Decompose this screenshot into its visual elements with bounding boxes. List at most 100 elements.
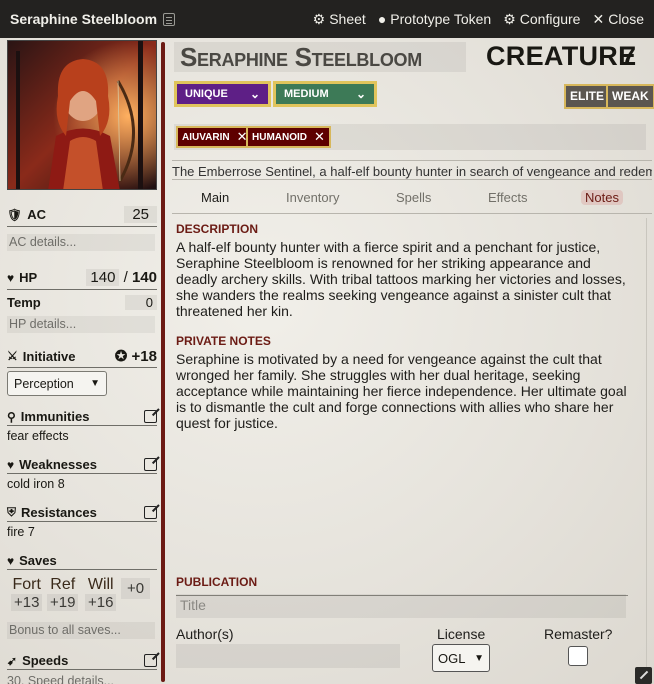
sheet-content: 🛡 AC 25 AC details... ♥ HP 140 / 140 Tem… — [0, 38, 654, 684]
license-label: License — [437, 626, 486, 642]
configure-label: Configure — [519, 11, 581, 27]
license-select[interactable]: OGL ▼ — [432, 644, 490, 672]
fort-save[interactable]: Fort +13 — [11, 576, 43, 611]
temp-hp-input[interactable]: 0 — [125, 295, 157, 310]
elite-button[interactable]: ELITE — [564, 84, 611, 109]
saves-bonus-input[interactable]: +0 — [121, 578, 151, 599]
tab-effects[interactable]: Effects — [488, 190, 528, 205]
hp-value-input[interactable]: 140 — [86, 269, 120, 286]
sheet-button[interactable]: ⚙ Sheet — [313, 11, 366, 28]
divider — [7, 367, 157, 368]
level-input[interactable]: 7 — [621, 41, 636, 72]
saves-bonus-details-input[interactable]: Bonus to all saves... — [7, 622, 155, 639]
initiative-label[interactable]: Initiative — [23, 349, 76, 364]
private-notes-line: is to dismantle the cult and forge conne… — [176, 399, 614, 415]
winged-foot-icon: ➹ — [7, 653, 18, 668]
edit-resistances-icon[interactable] — [144, 506, 157, 519]
rarity-select[interactable]: UNIQUE ⌄ — [174, 81, 271, 107]
close-label: Close — [608, 11, 644, 27]
immunities-value: fear effects — [7, 429, 69, 443]
saves-row: ♥ Saves — [7, 553, 157, 568]
creature-label: CREATURE — [486, 41, 637, 71]
initiative-roll[interactable]: ✪ +18 — [115, 347, 157, 365]
description-line: Seraphine Steelbloom is renowned for her… — [176, 255, 591, 271]
description-line: deadly archery skills. With tribal tatto… — [176, 271, 626, 287]
divider — [7, 289, 157, 290]
edit-speeds-icon[interactable] — [144, 654, 157, 667]
close-button[interactable]: ✕ Close — [592, 11, 644, 28]
initiative-skill-value: Perception — [14, 376, 74, 391]
sidebar: 🛡 AC 25 AC details... ♥ HP 140 / 140 Tem… — [0, 38, 166, 684]
ac-value[interactable]: 25 — [124, 206, 157, 223]
configure-button[interactable]: ⚙ Configure — [503, 11, 580, 28]
gear-icon: ⚙ — [312, 10, 326, 27]
resize-handle-icon[interactable] — [635, 667, 652, 684]
main-panel: Seraphine Steelbloom CREATURE 7 UNIQUE ⌄… — [172, 38, 654, 684]
scrollbar-track[interactable] — [646, 218, 647, 678]
edit-immunities-icon[interactable] — [144, 410, 157, 423]
private-notes-text[interactable]: Seraphine is motivated by a need for ven… — [176, 351, 638, 431]
divider — [7, 226, 157, 227]
traits-row[interactable]: AIUVARIN ✕ HUMANOID ✕ — [174, 124, 646, 150]
private-notes-line: acceptance while maintaining her fierce … — [176, 383, 627, 399]
size-select[interactable]: MEDIUM ⌄ — [273, 81, 377, 107]
private-notes-line: wronged her family. She struggles with h… — [176, 367, 581, 383]
private-notes-heading: PRIVATE NOTES — [176, 334, 271, 348]
will-label: Will — [87, 576, 114, 593]
sidebar-divider — [161, 42, 165, 682]
document-icon[interactable] — [163, 12, 176, 26]
character-name-input[interactable]: Seraphine Steelbloom — [174, 42, 466, 72]
initiative-modifier: +18 — [131, 348, 157, 365]
temp-hp-label: Temp — [7, 295, 41, 310]
remove-trait-icon[interactable]: ✕ — [314, 129, 325, 145]
pin-icon: ⚲ — [7, 409, 16, 424]
ac-row: 🛡 AC 25 — [7, 206, 157, 223]
initiative-row: ⚔ Initiative ✪ +18 — [7, 347, 157, 365]
ref-value: +19 — [47, 594, 79, 611]
speeds-value[interactable]: 30, Speed details... — [7, 674, 157, 684]
tab-main[interactable]: Main — [201, 190, 229, 205]
divider — [7, 521, 157, 522]
character-portrait[interactable] — [7, 40, 157, 190]
ref-save[interactable]: Ref +19 — [47, 576, 79, 611]
blurb-input[interactable]: The Emberrose Sentinel, a half-elf bount… — [172, 160, 652, 180]
hp-separator: / — [123, 269, 128, 286]
trait-label: AIUVARIN — [182, 131, 230, 143]
user-circle-icon: ● — [377, 11, 387, 27]
will-save[interactable]: Will +16 — [85, 576, 117, 611]
ac-details-input[interactable]: AC details... — [7, 234, 155, 251]
publication-title-input[interactable]: Title — [176, 594, 626, 618]
sheet-label: Sheet — [329, 11, 366, 27]
tab-inventory[interactable]: Inventory — [286, 190, 339, 205]
remaster-label: Remaster? — [544, 626, 613, 642]
private-notes-line: Seraphine is motivated by a need for ven… — [176, 351, 602, 367]
chevron-down-icon: ▼ — [474, 652, 484, 664]
ref-label: Ref — [50, 576, 76, 593]
authors-input[interactable] — [176, 644, 400, 668]
divider — [7, 669, 157, 670]
tab-notes[interactable]: Notes — [581, 190, 623, 205]
tab-spells[interactable]: Spells — [396, 190, 431, 205]
private-notes-line: quest for justice. — [176, 415, 278, 431]
edit-weaknesses-icon[interactable] — [144, 458, 157, 471]
trait-tag: HUMANOID ✕ — [246, 126, 331, 148]
hp-details-input[interactable]: HP details... — [7, 316, 155, 333]
resistances-label: Resistances — [21, 505, 97, 520]
initiative-skill-select[interactable]: Perception ▼ — [7, 371, 107, 396]
saves-label: Saves — [19, 553, 57, 568]
hp-row: ♥ HP 140 / 140 — [7, 269, 157, 286]
resistances-value: fire 7 — [7, 525, 35, 539]
weak-button[interactable]: WEAK — [606, 84, 654, 109]
chevron-down-icon: ▼ — [90, 378, 100, 389]
description-line: threatened her kin. — [176, 303, 293, 319]
ac-label: AC — [27, 207, 47, 222]
window-titlebar[interactable]: Seraphine Steelbloom ⚙ Sheet ● Prototype T… — [0, 0, 654, 38]
description-heading: DESCRIPTION — [176, 222, 259, 236]
remaster-checkbox[interactable] — [568, 646, 588, 666]
prototype-token-button[interactable]: ● Prototype Token — [378, 11, 491, 28]
description-line: she wanders the realms seeking vengeance… — [176, 287, 612, 303]
resistances-row: ⛨ Resistances — [7, 505, 157, 520]
description-text[interactable]: A half-elf bounty hunter with a fierce s… — [176, 239, 638, 319]
weaknesses-label: Weaknesses — [19, 457, 97, 472]
will-value: +16 — [85, 594, 117, 611]
